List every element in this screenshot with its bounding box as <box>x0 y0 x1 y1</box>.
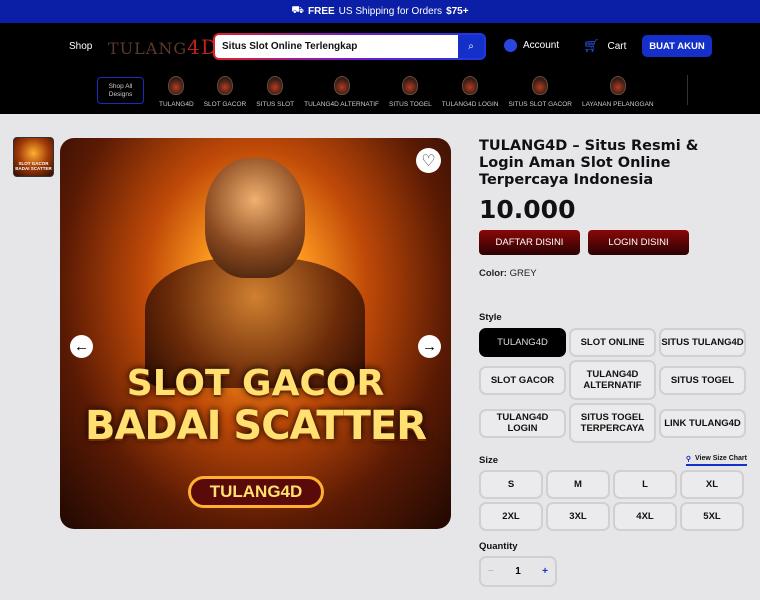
decrease-button[interactable]: − <box>488 566 494 577</box>
shield-icon <box>267 76 284 95</box>
announcement-bar: ⛟ FREE US Shipping for Orders $75+ <box>0 0 760 23</box>
account-icon <box>504 39 517 52</box>
nav-label: LAYANAN PELANGGAN <box>581 101 654 108</box>
logo[interactable]: TULANG4D <box>108 35 218 59</box>
cart-icon: 🛒︎ <box>583 38 600 53</box>
login-button[interactable]: LOGIN DISINI <box>588 230 689 255</box>
size-option[interactable]: 2XL <box>479 502 543 531</box>
register-button[interactable]: BUAT AKUN <box>642 35 712 57</box>
shipping-text: US Shipping for Orders <box>338 6 443 17</box>
product-image: SLOT GACOR BADAI SCATTER TULANG4D ← → ♡ <box>60 138 451 529</box>
shield-icon <box>532 76 549 95</box>
shield-icon <box>609 76 626 95</box>
style-label: Style <box>479 312 502 323</box>
shop-link[interactable]: Shop <box>69 41 92 52</box>
color-value: GREY <box>509 268 537 279</box>
quantity-label: Quantity <box>479 541 518 552</box>
search-button[interactable]: ⌕ <box>458 35 484 58</box>
header: Shop TULANG4D ⌕ Account 🛒︎ Cart BUAT AKUN… <box>0 23 760 114</box>
nav-label: SLOT GACOR <box>203 101 247 108</box>
size-option[interactable]: M <box>546 470 610 499</box>
style-options: TULANG4D SLOT ONLINE SITUS TULANG4D SLOT… <box>479 328 747 443</box>
shield-icon <box>462 76 479 95</box>
account-link[interactable]: Account <box>504 39 559 52</box>
shield-icon <box>402 76 419 95</box>
banner-line1: SLOT GACOR <box>126 363 385 404</box>
nav-item[interactable]: SITUS SLOT GACOR <box>509 76 572 108</box>
banner-line2: BADAI SCATTER <box>84 403 427 449</box>
size-chart-label: View Size Chart <box>694 455 747 462</box>
size-option[interactable]: 3XL <box>546 502 610 531</box>
gallery-thumbnail[interactable]: SLOT GACOR BADAI SCATTER <box>13 137 54 177</box>
thumb-text: SLOT GACOR BADAI SCATTER <box>15 161 52 171</box>
size-option[interactable]: S <box>479 470 543 499</box>
warrior-head <box>205 158 305 278</box>
category-nav: Shop All Designs TULANG4D SLOT GACOR SIT… <box>97 76 659 108</box>
shield-icon <box>216 76 233 95</box>
banner-pill: TULANG4D <box>188 476 324 508</box>
free-label: FREE <box>308 6 335 17</box>
nav-item[interactable]: SITUS SLOT <box>256 76 294 108</box>
daftar-button[interactable]: DAFTAR DISINI <box>479 230 580 255</box>
size-option[interactable]: 5XL <box>680 502 744 531</box>
nav-label: SITUS TOGEL <box>389 101 432 108</box>
color-info: Color: GREY <box>479 268 747 279</box>
prev-arrow-icon[interactable]: ← <box>70 335 93 358</box>
search-icon: ⌕ <box>468 41 474 52</box>
nav-item[interactable]: TULANG4D <box>159 76 194 108</box>
quantity-stepper: − 1 + <box>479 556 557 587</box>
product-title: TULANG4D – Situs Resmi & Login Aman Slot… <box>479 138 699 188</box>
shield-icon <box>168 76 185 95</box>
style-option[interactable]: TULANG4D LOGIN <box>479 408 566 438</box>
nav-label: TULANG4D ALTERNATIF <box>304 101 380 108</box>
style-option[interactable]: SLOT ONLINE <box>569 328 656 357</box>
size-label: Size <box>479 455 499 466</box>
nav-label: SITUS SLOT <box>256 101 295 108</box>
style-option[interactable]: LINK TULANG4D <box>659 408 746 438</box>
search-box: ⌕ <box>213 33 486 60</box>
nav-item[interactable]: TULANG4D LOGIN <box>442 76 499 108</box>
style-option[interactable]: SITUS TULANG4D <box>659 328 746 357</box>
search-input[interactable] <box>215 35 458 58</box>
quantity-value[interactable]: 1 <box>515 566 521 577</box>
shop-all-designs-button[interactable]: Shop All Designs <box>97 77 144 104</box>
divider <box>687 75 688 105</box>
nav-label: SITUS SLOT GACOR <box>508 101 572 108</box>
style-option[interactable]: TULANG4D ALTERNATIF <box>569 360 656 400</box>
size-chart-link[interactable]: ⚲ View Size Chart <box>685 455 747 466</box>
nav-label: TULANG4D LOGIN <box>441 101 499 108</box>
hanger-icon: ⚲ <box>685 456 691 463</box>
truck-icon: ⛟ <box>291 5 304 16</box>
size-options: S M L XL 2XL 3XL 4XL 5XL <box>479 470 747 531</box>
style-option[interactable]: TULANG4D <box>479 328 566 357</box>
nav-label: TULANG4D <box>159 101 194 108</box>
product-price: 10.000 <box>479 195 576 224</box>
style-option[interactable]: SLOT GACOR <box>479 365 566 395</box>
size-option[interactable]: XL <box>680 470 744 499</box>
shield-icon <box>333 76 350 95</box>
heart-icon[interactable]: ♡ <box>416 148 441 173</box>
shipping-amount: $75+ <box>446 6 469 17</box>
size-option[interactable]: 4XL <box>613 502 677 531</box>
style-option[interactable]: SITUS TOGEL <box>659 365 746 395</box>
cart-link[interactable]: 🛒︎ Cart <box>583 38 626 54</box>
product-details: TULANG4D – Situs Resmi & Login Aman Slot… <box>479 138 747 587</box>
nav-item[interactable]: LAYANAN PELANGGAN <box>582 76 654 108</box>
color-label: Color: <box>479 268 507 279</box>
next-arrow-icon[interactable]: → <box>418 335 441 358</box>
nav-item[interactable]: SLOT GACOR <box>203 76 247 108</box>
size-option[interactable]: L <box>613 470 677 499</box>
increase-button[interactable]: + <box>542 566 548 577</box>
cart-label: Cart <box>607 40 627 52</box>
account-label: Account <box>523 40 560 51</box>
nav-item[interactable]: SITUS TOGEL <box>389 76 432 108</box>
style-option[interactable]: SITUS TOGEL TERPERCAYA <box>569 403 656 443</box>
nav-item[interactable]: TULANG4D ALTERNATIF <box>304 76 379 108</box>
